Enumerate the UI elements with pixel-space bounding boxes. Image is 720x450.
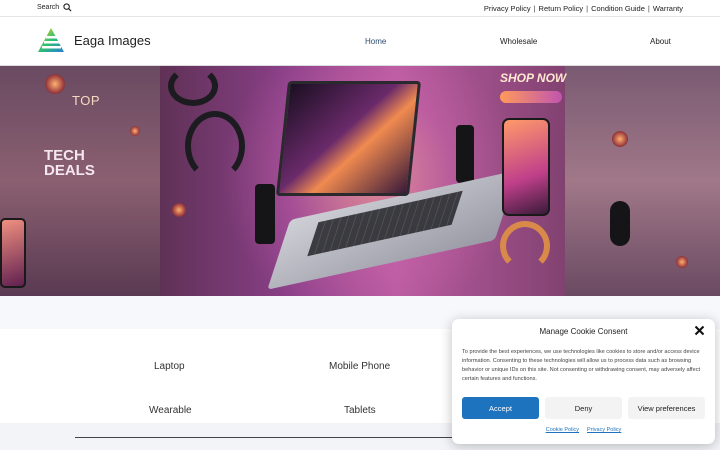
phone-image	[502, 118, 550, 216]
cookie-dialog-body: To provide the best experiences, we use …	[462, 349, 701, 382]
top-utility-bar: Search Privacy Policy | Return Policy | …	[0, 0, 720, 17]
decor-dot	[612, 131, 628, 147]
category-wearable[interactable]: Wearable	[149, 405, 192, 416]
decor-dot	[45, 74, 65, 94]
hero-tech-deals-text: TECH DEALS	[44, 148, 95, 178]
hero-banner[interactable]: TOP TECH DEALS SHOP NOW	[0, 66, 720, 296]
cookie-consent-dialog: Manage Cookie Consent To provide the bes…	[452, 319, 715, 444]
headphones-icon	[168, 66, 218, 106]
brand-logo-icon[interactable]	[37, 27, 65, 53]
separator: |	[647, 4, 650, 13]
phone-image	[0, 218, 26, 288]
decor-dot	[130, 126, 140, 136]
nav-about[interactable]: About	[650, 37, 671, 46]
privacy-policy-link[interactable]: Privacy Policy	[587, 427, 621, 433]
speaker-icon	[610, 201, 630, 246]
privacy-policy-link[interactable]: Privacy Policy	[484, 4, 531, 13]
hero-shop-now-text: SHOP NOW	[500, 71, 567, 85]
separator: |	[533, 4, 536, 13]
cookie-dialog-links: Cookie Policy Privacy Policy	[452, 427, 715, 433]
accept-button[interactable]: Accept	[462, 397, 539, 419]
deny-button[interactable]: Deny	[545, 397, 622, 419]
site-header: Eaga Images Home Wholesale About	[0, 17, 720, 66]
nav-home[interactable]: Home	[365, 37, 386, 46]
hero-top-text: TOP	[72, 93, 100, 108]
view-preferences-button[interactable]: View preferences	[628, 397, 705, 419]
close-icon[interactable]	[694, 325, 705, 336]
headphones-icon	[500, 221, 550, 271]
separator: |	[586, 4, 589, 13]
warranty-link[interactable]: Warranty	[653, 4, 683, 13]
search-label: Search	[37, 4, 60, 11]
hero-deals-line: DEALS	[44, 162, 95, 179]
search-icon	[63, 3, 72, 12]
headphones-icon	[185, 111, 245, 181]
search-link[interactable]: Search	[37, 3, 72, 12]
speaker-icon	[456, 125, 474, 183]
divider-line	[75, 437, 465, 438]
category-mobile-phone[interactable]: Mobile Phone	[329, 361, 390, 372]
brand-name[interactable]: Eaga Images	[74, 33, 151, 48]
hero-shop-pill	[500, 91, 562, 103]
speaker-icon	[255, 184, 275, 244]
laptop-screen-image	[275, 81, 422, 196]
cookie-policy-link[interactable]: Cookie Policy	[546, 427, 579, 433]
hero-tech-line: TECH	[44, 147, 85, 164]
return-policy-link[interactable]: Return Policy	[539, 4, 584, 13]
decor-dot	[172, 203, 186, 217]
hero-right-panel	[565, 66, 720, 296]
condition-guide-link[interactable]: Condition Guide	[591, 4, 645, 13]
nav-wholesale[interactable]: Wholesale	[500, 37, 537, 46]
decor-dot	[676, 256, 688, 268]
cookie-dialog-title: Manage Cookie Consent	[539, 327, 628, 336]
category-laptop[interactable]: Laptop	[154, 361, 185, 372]
policy-links: Privacy Policy | Return Policy | Conditi…	[484, 4, 683, 13]
category-tablets[interactable]: Tablets	[344, 405, 376, 416]
